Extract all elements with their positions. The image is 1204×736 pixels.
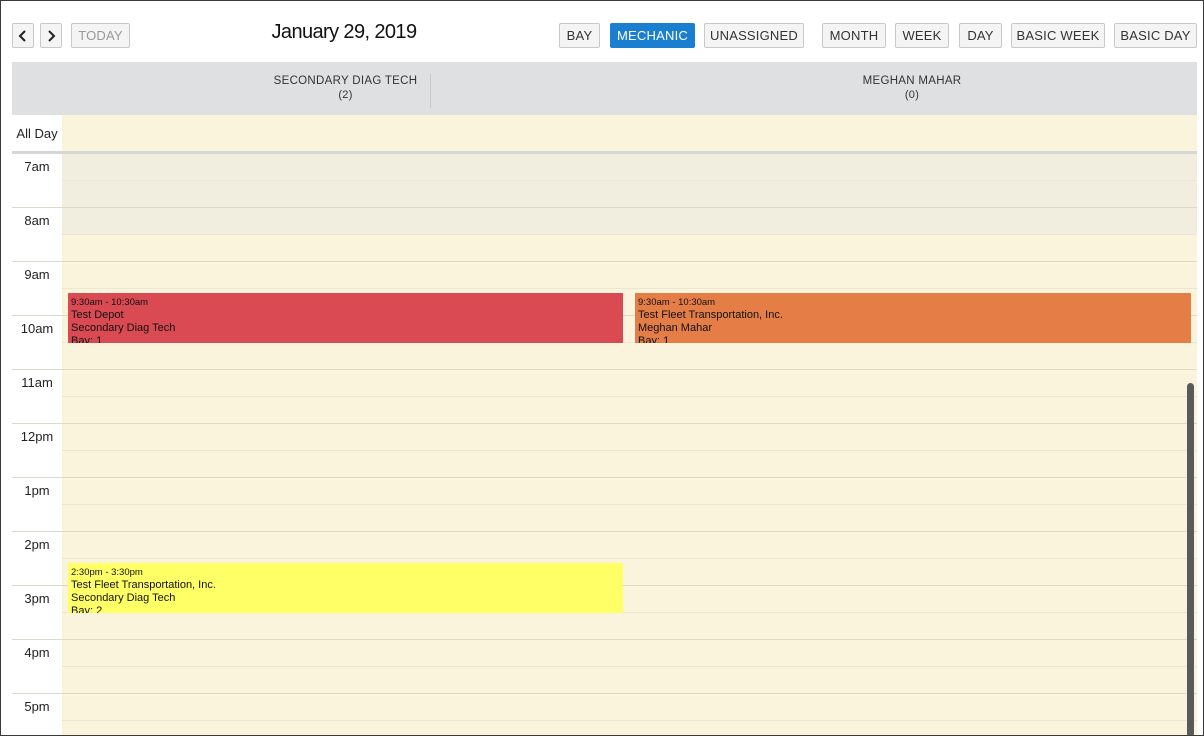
resource-name: MEGHAN MAHAR (862, 75, 962, 87)
event-time: 9:30am - 10:30am (71, 297, 149, 308)
time-label: 1pm (24, 483, 50, 498)
time-grid-body[interactable] (62, 154, 1197, 735)
half-hour-line (62, 396, 1197, 397)
event-mechanic: Meghan Mahar (638, 322, 712, 334)
resource-divider (430, 74, 431, 108)
half-hour-line (62, 720, 1197, 721)
calendar-event[interactable]: 9:30am - 10:30am Test Depot Secondary Diag… (68, 293, 623, 343)
event-time: 9:30am - 10:30am (638, 297, 716, 308)
all-day-row[interactable]: All Day (12, 115, 1197, 151)
chevron-left-icon (18, 29, 26, 42)
time-label: 3pm (24, 591, 50, 606)
time-label: 4pm (24, 645, 50, 660)
prev-button[interactable] (12, 23, 34, 48)
all-day-label: All Day (12, 115, 62, 151)
hour-line (12, 261, 1197, 262)
half-hour-line (62, 666, 1197, 667)
half-hour-line (62, 450, 1197, 451)
calendar-window: TODAY January 29, 2019 BAY MECHANIC UNASSI… (0, 0, 1204, 736)
time-label: 7am (24, 159, 50, 174)
hour-line (12, 693, 1197, 694)
resource-header: SECONDARY DIAG TECH (2) MEGHAN MAHAR (0) (12, 62, 1197, 115)
calendar-event[interactable]: 9:30am - 10:30am Test Fleet Transportatio… (635, 293, 1191, 343)
resource-column-meghan-mahar: MEGHAN MAHAR (0) (817, 74, 1007, 102)
event-bay: Bay: 2 (71, 605, 103, 613)
event-customer: Test Fleet Transportation, Inc. (71, 579, 216, 591)
hour-line (12, 477, 1197, 478)
time-label: 11am (21, 375, 53, 390)
resource-name: SECONDARY DIAG TECH (273, 75, 418, 87)
time-label: 9am (24, 267, 50, 282)
half-hour-line (62, 558, 1197, 559)
half-hour-line (62, 288, 1197, 289)
resource-event-count: (2) (338, 89, 353, 101)
view-week-button[interactable]: WEEK (895, 23, 949, 48)
event-time: 2:30pm - 3:30pm (71, 567, 143, 578)
half-hour-line (62, 504, 1197, 505)
time-label: 12pm (20, 429, 54, 444)
resource-column-secondary-diag-tech: SECONDARY DIAG TECH (2) (265, 74, 426, 102)
time-label: 10am (20, 321, 54, 336)
view-day-button[interactable]: DAY (959, 23, 1002, 48)
hour-line (12, 531, 1197, 532)
half-hour-line (62, 180, 1197, 181)
event-mechanic: Secondary Diag Tech (71, 322, 176, 334)
time-grid[interactable]: 7am 8am 9am 10am 11am 12pm 1pm 2pm 3pm 4pm 5pm 9:30… (12, 154, 1197, 735)
event-customer: Test Depot (71, 309, 124, 321)
chevron-right-icon (48, 29, 56, 42)
hour-line (12, 423, 1197, 424)
hour-line (12, 207, 1197, 208)
view-month-button[interactable]: MONTH (822, 23, 886, 48)
event-bay: Bay: 1 (638, 335, 670, 343)
next-button[interactable] (40, 23, 62, 48)
page-title: January 29, 2019 (271, 21, 418, 43)
resource-event-count: (0) (904, 89, 920, 101)
event-customer: Test Fleet Transportation, Inc. (638, 309, 783, 321)
event-bay: Bay: 1 (71, 335, 103, 343)
view-unassigned-button[interactable]: UNASSIGNED (704, 23, 804, 48)
event-mechanic: Secondary Diag Tech (71, 592, 176, 604)
hour-line (12, 369, 1197, 370)
time-label: 5pm (24, 699, 50, 714)
off-hours-band (62, 154, 1197, 234)
view-mechanic-button[interactable]: MECHANIC (610, 23, 695, 48)
calendar-toolbar: TODAY January 29, 2019 BAY MECHANIC UNASSI… (1, 1, 1203, 61)
time-label: 8am (24, 213, 50, 228)
view-basic-day-button[interactable]: BASIC DAY (1114, 23, 1197, 48)
today-button[interactable]: TODAY (71, 23, 130, 48)
hour-line (12, 639, 1197, 640)
view-bay-button[interactable]: BAY (559, 23, 600, 48)
vertical-scrollbar[interactable] (1187, 383, 1194, 735)
calendar-event[interactable]: 2:30pm - 3:30pm Test Fleet Transportation… (68, 563, 623, 613)
time-label: 2pm (24, 537, 50, 552)
half-hour-line (62, 234, 1197, 235)
view-basic-week-button[interactable]: BASIC WEEK (1011, 23, 1105, 48)
